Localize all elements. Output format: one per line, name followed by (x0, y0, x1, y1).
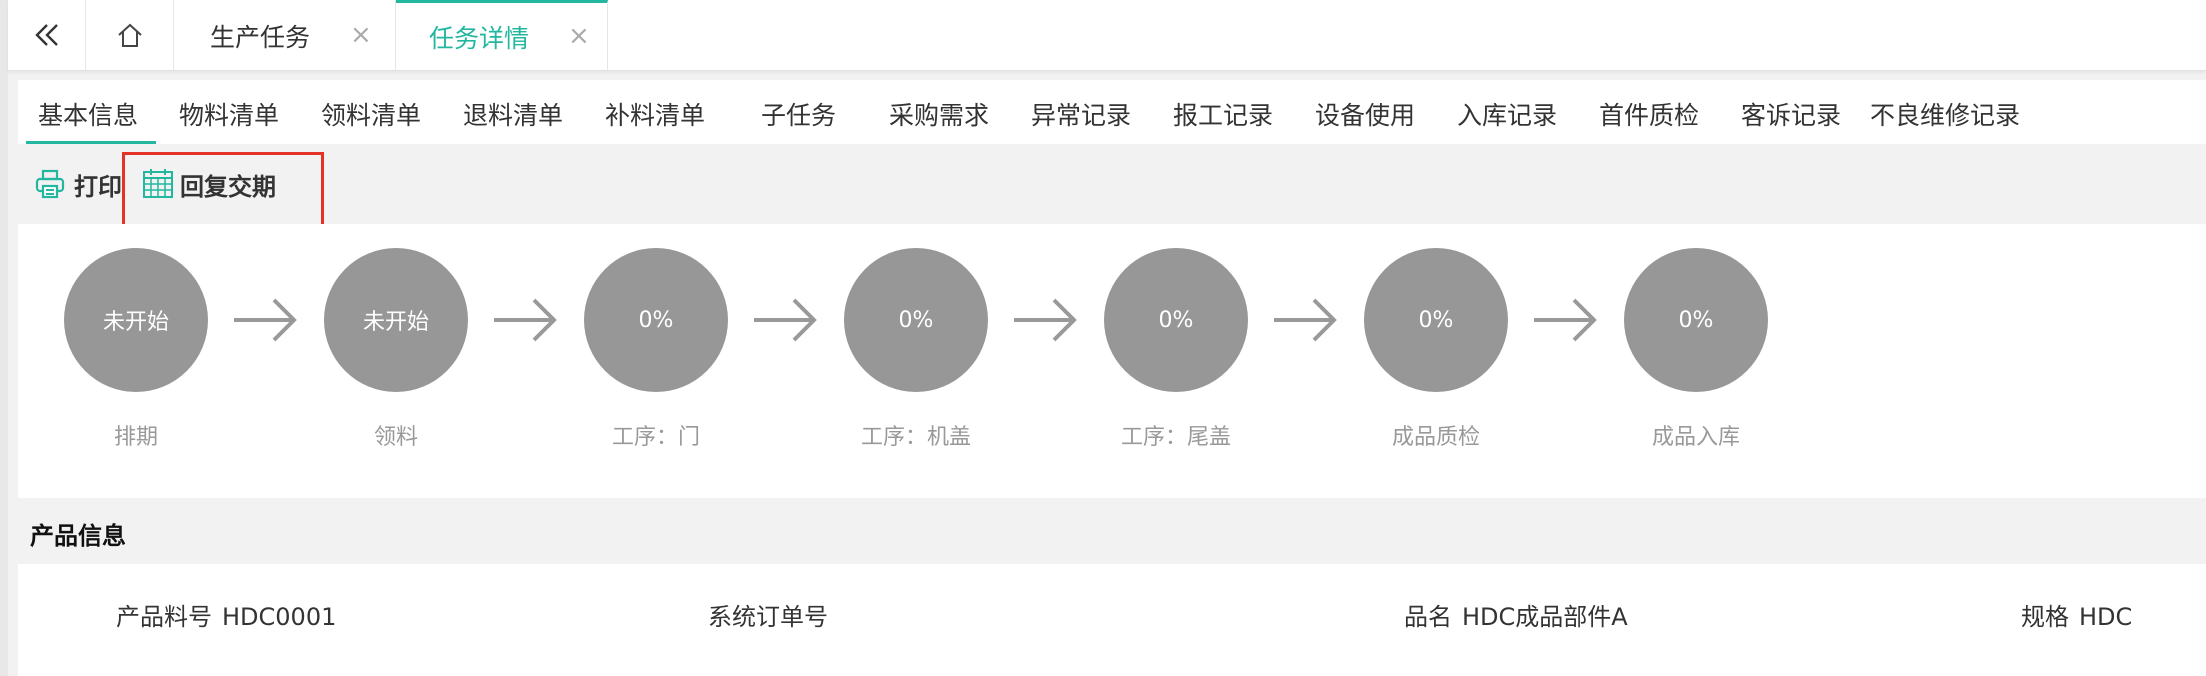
subtab-supplement-list[interactable]: 补料清单 (605, 96, 705, 132)
step-status-circle: 0% (1364, 248, 1508, 392)
subtab-basic-info[interactable]: 基本信息 (25, 96, 157, 144)
collapse-button[interactable] (8, 0, 86, 70)
print-button[interactable]: 打印 (34, 164, 122, 204)
content-panel: 基本信息 物料清单 领料清单 退料清单 补料清单 子任务 采购需求 异常记录 报… (18, 80, 2206, 676)
step-status-circle: 0% (1624, 248, 1768, 392)
product-code-field: 产品料号 HDC0001 (116, 597, 336, 632)
arrow-right-icon (1014, 298, 1077, 342)
tab-production-tasks[interactable]: 生产任务 × (174, 0, 396, 70)
field-value: HDC (2079, 603, 2133, 631)
subtab-purchase-demand[interactable]: 采购需求 (889, 96, 989, 132)
subtab-warehouse-records[interactable]: 入库记录 (1457, 96, 1557, 132)
system-order-number-field: 系统订单号 (708, 597, 838, 632)
close-icon[interactable]: × (568, 21, 590, 51)
arrow-right-icon (1274, 298, 1337, 342)
subtab-picking-list[interactable]: 领料清单 (321, 96, 421, 132)
printer-icon (35, 169, 65, 199)
product-info-row: 产品料号 HDC0001 系统订单号 品名 HDC成品部件A 规格 HDC (18, 564, 2206, 676)
subtab-equipment-usage[interactable]: 设备使用 (1315, 96, 1415, 132)
field-label: 品名 (1404, 603, 1452, 631)
field-label: 产品料号 (116, 603, 212, 631)
field-value: HDC成品部件A (1462, 603, 1628, 631)
tab-label: 生产任务 (210, 23, 311, 52)
field-value: HDC0001 (222, 603, 337, 631)
field-label: 规格 (2021, 603, 2069, 631)
subtab-defect-repair[interactable]: 不良维修记录 (1870, 96, 2020, 132)
arrow-right-icon (1534, 298, 1597, 342)
step-label: 工序：机盖 (860, 425, 971, 450)
subtab-complaint-records[interactable]: 客诉记录 (1741, 96, 1841, 132)
step-label: 工序：门 (611, 425, 700, 450)
step-label: 成品入库 (1651, 425, 1740, 450)
subtab-subtasks[interactable]: 子任务 (761, 96, 836, 132)
product-name-field: 品名 HDC成品部件A (1404, 597, 1628, 632)
tab-label: 任务详情 (429, 24, 530, 53)
step-status-circle: 0% (584, 248, 728, 392)
step-status-circle: 未开始 (324, 248, 468, 392)
step-label: 领料 (373, 425, 418, 450)
progress-steps: 未开始 排期 未开始 领料 0% 工序：门 0% 工序：机盖 0% 工序：尾盖 … (18, 224, 2206, 498)
home-button[interactable] (86, 0, 174, 70)
home-icon (117, 23, 142, 47)
tab-bar: 生产任务 × 任务详情 × (8, 0, 2206, 71)
spec-field: 规格 HDC (2021, 597, 2132, 632)
highlight-box (122, 152, 324, 228)
step-status-circle: 0% (1104, 248, 1248, 392)
step-label: 工序：尾盖 (1120, 425, 1231, 450)
app-window: 生产任务 × 任务详情 × 基本信息 物料清单 领料清单 退料清单 补料清单 子… (8, 0, 2206, 676)
arrow-right-icon (494, 298, 557, 342)
section-title: 产品信息 (30, 522, 126, 550)
subtab-first-article-qc[interactable]: 首件质检 (1599, 96, 1699, 132)
product-info-header: 产品信息 (18, 498, 2206, 564)
detail-subtabs: 基本信息 物料清单 领料清单 退料清单 补料清单 子任务 采购需求 异常记录 报… (18, 80, 2206, 144)
field-label: 系统订单号 (708, 603, 828, 631)
arrow-right-icon (754, 298, 817, 342)
subtab-exception-records[interactable]: 异常记录 (1031, 96, 1131, 132)
close-icon[interactable]: × (350, 20, 372, 50)
double-chevron-left-icon (34, 24, 58, 46)
step-label: 成品质检 (1391, 425, 1480, 450)
arrow-right-icon (234, 298, 297, 342)
step-status-circle: 未开始 (64, 248, 208, 392)
print-label: 打印 (74, 172, 122, 201)
subtab-bom[interactable]: 物料清单 (179, 96, 279, 132)
step-status-circle: 0% (844, 248, 988, 392)
subtab-return-list[interactable]: 退料清单 (463, 96, 563, 132)
step-label: 排期 (113, 425, 158, 450)
tab-task-detail[interactable]: 任务详情 × (396, 0, 608, 70)
subtab-work-report[interactable]: 报工记录 (1173, 96, 1273, 132)
toolbar: 打印 回复交期 (18, 144, 2206, 228)
